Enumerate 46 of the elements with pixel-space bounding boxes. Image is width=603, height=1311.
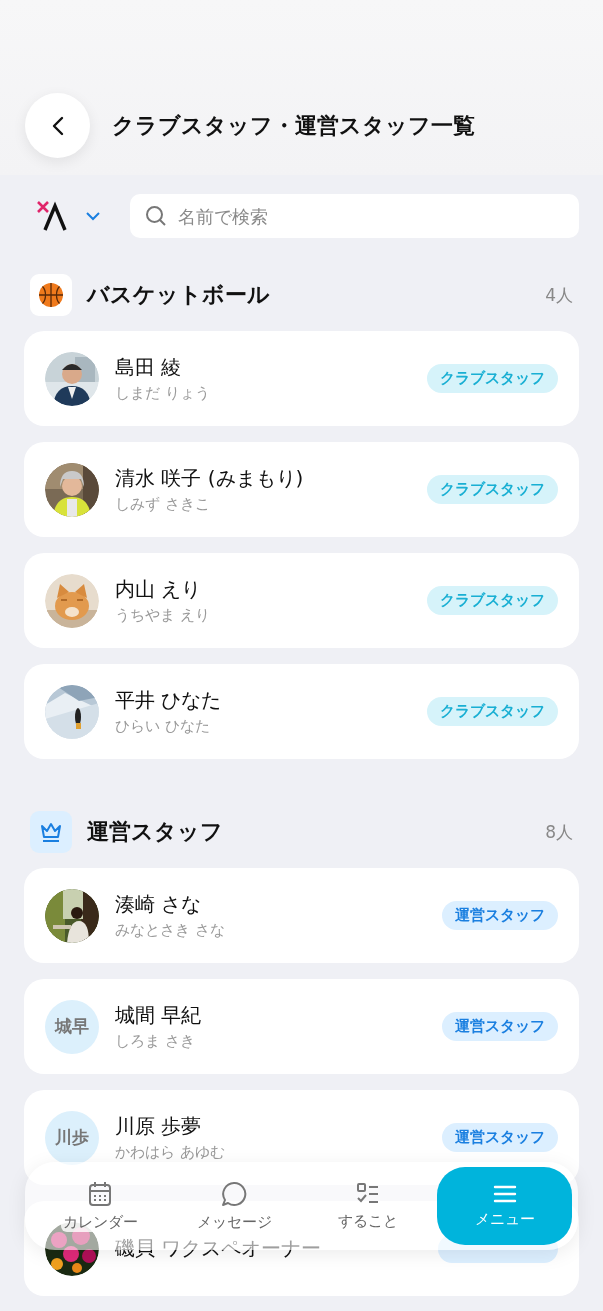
- chat-icon: [221, 1180, 247, 1207]
- calendar-icon: [88, 1180, 112, 1207]
- avatar-initials: 川歩: [45, 1110, 99, 1165]
- menu-icon: [492, 1183, 517, 1204]
- role-badge: 運営スタッフ: [442, 1123, 558, 1152]
- section-title: バスケットボール: [87, 281, 271, 309]
- section-title: 運営スタッフ: [87, 818, 224, 846]
- member-count: 4人: [545, 283, 573, 307]
- name-reading: しみず さきこ: [115, 495, 211, 514]
- basketball-icon: [38, 282, 64, 308]
- role-badge: クラブスタッフ: [427, 586, 558, 615]
- search-field[interactable]: 名前で検索: [130, 194, 579, 238]
- name-reading: みなとさき さな: [115, 921, 226, 940]
- avatar-initials: 城早: [45, 999, 99, 1054]
- staff-card[interactable]: 清水 咲子 (みまもり) しみず さきこ クラブスタッフ: [24, 442, 579, 537]
- staff-card[interactable]: 湊崎 さな みなとさき さな 運営スタッフ: [24, 868, 579, 963]
- staff-name: 島田 綾: [115, 354, 183, 381]
- staff-name: 平井 ひなた: [115, 687, 223, 714]
- staff-card[interactable]: 平井 ひなた ひらい ひなた クラブスタッフ: [24, 664, 579, 759]
- organization-switcher[interactable]: [36, 200, 100, 232]
- role-badge: クラブスタッフ: [427, 364, 558, 393]
- role-badge: 運営スタッフ: [442, 901, 558, 930]
- page-title: クラブスタッフ・運営スタッフ一覧: [112, 111, 475, 140]
- chevron-down-icon: [86, 211, 100, 221]
- staff-card[interactable]: 川歩 川原 歩夢 かわはら あゆむ 運営スタッフ: [24, 1090, 579, 1185]
- name-reading: うちやま えり: [115, 606, 211, 625]
- role-badge: 運営スタッフ: [442, 1012, 558, 1041]
- staff-name: 川原 歩夢: [115, 1113, 203, 1140]
- name-reading: しろま さき: [115, 1032, 196, 1051]
- search-icon: [145, 205, 167, 227]
- role-badge: クラブスタッフ: [427, 475, 558, 504]
- staff-card[interactable]: 内山 えり うちやま えり クラブスタッフ: [24, 553, 579, 648]
- role-badge: クラブスタッフ: [427, 697, 558, 726]
- back-icon: [51, 115, 64, 136]
- crown-icon: [39, 821, 63, 843]
- checklist-icon: [356, 1181, 380, 1206]
- name-reading: ひらい ひなた: [115, 717, 211, 736]
- staff-name: 湊崎 さな: [115, 891, 203, 918]
- staff-name: 清水 咲子 (みまもり): [115, 465, 305, 492]
- staff-name: 城間 早紀: [115, 1002, 203, 1029]
- name-reading: しまだ りょう: [115, 384, 211, 403]
- staff-card[interactable]: 城早 城間 早紀 しろま さき 運営スタッフ: [24, 979, 579, 1074]
- staff-card[interactable]: 島田 綾 しまだ りょう クラブスタッフ: [24, 331, 579, 426]
- name-reading: かわはら あゆむ: [115, 1143, 226, 1162]
- staff-name: 内山 えり: [115, 576, 203, 603]
- member-count: 8人: [545, 820, 573, 844]
